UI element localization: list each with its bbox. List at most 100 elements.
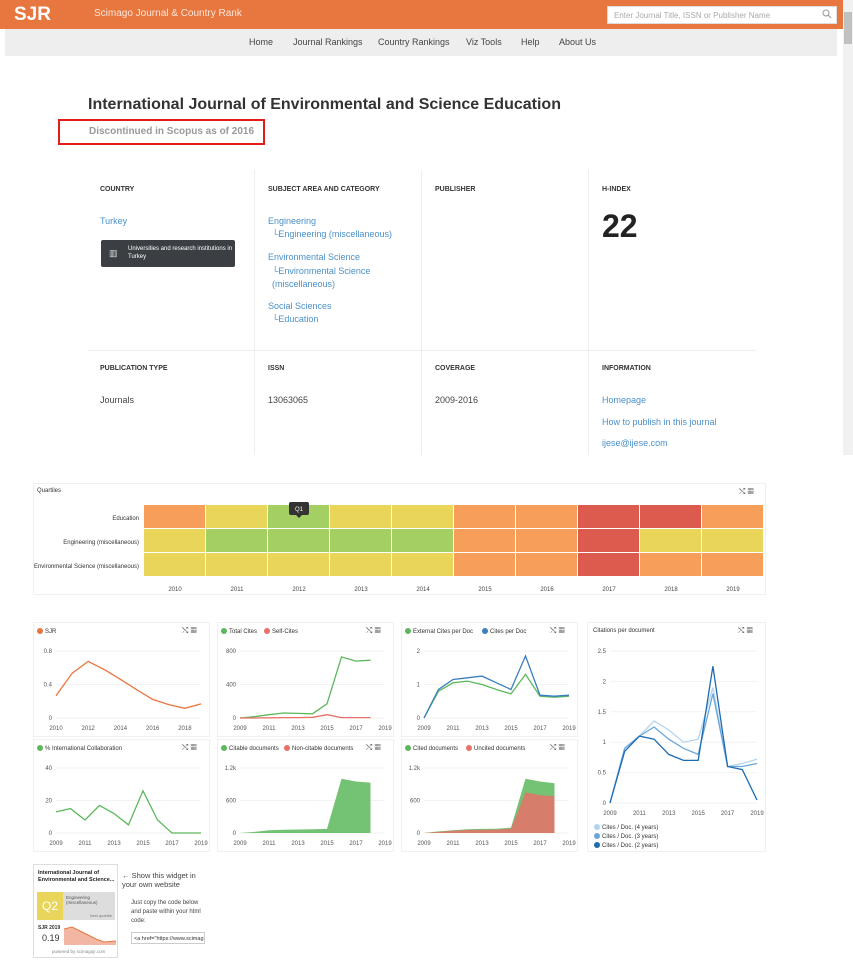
nav-country-rankings[interactable]: Country Rankings xyxy=(378,37,450,47)
quartile-cell[interactable] xyxy=(206,553,267,576)
legend-cites-4y[interactable]: Cites / Doc. (4 years) xyxy=(594,824,658,831)
country-link[interactable]: Turkey xyxy=(100,216,127,226)
x-tick-label: 2018 xyxy=(178,726,192,732)
y-tick-label: 0 xyxy=(233,831,237,837)
y-tick-label: 0 xyxy=(603,801,607,807)
category-education[interactable]: └Education xyxy=(272,314,318,324)
quartile-cell[interactable] xyxy=(702,553,763,576)
subject-area-environmental[interactable]: Environmental Science xyxy=(268,252,360,262)
search-input[interactable]: Enter Journal Title, ISSN or Publisher N… xyxy=(607,6,837,24)
y-tick-label: 2 xyxy=(417,649,421,655)
category-engineering-misc[interactable]: └Engineering (miscellaneous) xyxy=(272,229,392,239)
scrollbar-thumb[interactable] xyxy=(844,12,852,44)
quartile-row-label: Environmental Science (miscellaneous) xyxy=(34,564,139,570)
nav-viz-tools[interactable]: Viz Tools xyxy=(466,37,502,47)
quartile-cell[interactable] xyxy=(640,529,701,552)
x-tick-label: 2019 xyxy=(562,726,576,732)
subject-area-engineering[interactable]: Engineering xyxy=(268,216,316,226)
category-label: Education xyxy=(278,314,319,324)
hindex-label: H-INDEX xyxy=(602,186,631,193)
y-tick-label: 0 xyxy=(233,716,237,722)
institutions-button[interactable]: ▥ Universities and research institutions … xyxy=(101,240,235,267)
x-tick-label: 2011 xyxy=(447,726,461,732)
x-tick-label: 2009 xyxy=(49,841,63,847)
series-line xyxy=(609,687,758,804)
quartile-cell[interactable] xyxy=(454,553,515,576)
quartile-cell[interactable] xyxy=(578,505,639,528)
quartile-cell[interactable] xyxy=(640,553,701,576)
quartile-cell[interactable] xyxy=(578,553,639,576)
how-to-publish-link[interactable]: How to publish in this journal xyxy=(602,417,717,427)
quartile-row-label: Engineering (miscellaneous) xyxy=(63,540,139,546)
quartile-cell[interactable] xyxy=(330,505,391,528)
legend-cites-3y[interactable]: Cites / Doc. (3 years) xyxy=(594,833,658,840)
widget-powered: powered by scimagojr.com xyxy=(52,949,106,954)
quartile-cell[interactable] xyxy=(454,505,515,528)
quartile-cell[interactable] xyxy=(330,529,391,552)
quartile-cell[interactable] xyxy=(640,505,701,528)
quartile-cell[interactable] xyxy=(392,529,453,552)
sjr-chart: 0 0.4 0.8 2010 2012 2014 2016 2018 xyxy=(44,649,202,732)
series-area xyxy=(240,778,371,833)
nav-home[interactable]: Home xyxy=(249,37,273,47)
legend-cites-2y[interactable]: Cites / Doc. (2 years) xyxy=(594,842,658,849)
quartile-cell[interactable] xyxy=(516,529,577,552)
quartile-year-label: 2013 xyxy=(354,587,368,593)
x-tick-label: 2009 xyxy=(233,726,247,732)
quartile-cell[interactable] xyxy=(268,553,329,576)
x-tick-label: 2011 xyxy=(263,726,277,732)
legend-label: Cites / Doc. (3 years) xyxy=(602,834,659,840)
widget-sparkline xyxy=(64,926,116,945)
quartile-year-label: 2015 xyxy=(478,587,492,593)
x-tick-label: 2019 xyxy=(378,841,392,847)
arrow-left-icon: ← xyxy=(122,871,132,880)
quartile-cell[interactable] xyxy=(206,505,267,528)
sjr-logo[interactable]: SJR xyxy=(14,4,51,26)
quartile-cell[interactable] xyxy=(392,505,453,528)
legend-dot xyxy=(594,842,600,848)
y-tick-label: 20 xyxy=(45,799,52,805)
quartile-cell[interactable] xyxy=(144,553,205,576)
nav-journal-rankings[interactable]: Journal Rankings xyxy=(293,37,363,47)
quartile-cell[interactable] xyxy=(516,505,577,528)
widget-show-label: Show this widget in your own website xyxy=(122,871,196,889)
x-tick-label: 2011 xyxy=(447,841,461,847)
issn-label: ISSN xyxy=(268,365,285,372)
sjr-widget[interactable]: International Journal of Environmental a… xyxy=(33,864,118,958)
quartile-tooltip-text: Q1 xyxy=(295,507,304,513)
citations-per-document-panel: Citations per document ⤭ ▦ Cites / Doc. … xyxy=(587,622,766,852)
x-tick-label: 2019 xyxy=(750,811,764,817)
widget-sjr-value: 0.19 xyxy=(42,933,60,943)
subject-area-social[interactable]: Social Sciences xyxy=(268,301,332,311)
quartile-cell[interactable] xyxy=(702,505,763,528)
search-icon[interactable] xyxy=(822,9,832,21)
x-tick-label: 2017 xyxy=(349,841,363,847)
y-tick-label: 0.5 xyxy=(598,771,607,777)
x-tick-label: 2019 xyxy=(194,841,208,847)
quartile-cell[interactable] xyxy=(268,529,329,552)
category-environmental-misc[interactable]: └Environmental Science (miscellaneous) xyxy=(272,265,412,291)
nav-about-us[interactable]: About Us xyxy=(559,37,596,47)
x-tick-label: 2013 xyxy=(475,841,489,847)
cited-panel: Cited documents Uncited documents ⤭ ▦ 06… xyxy=(401,739,578,852)
email-link[interactable]: ijese@ijese.com xyxy=(602,438,668,448)
quartile-year-label: 2011 xyxy=(231,587,245,593)
x-tick-label: 2009 xyxy=(603,811,617,817)
homepage-link[interactable]: Homepage xyxy=(602,395,646,405)
quartile-cell[interactable] xyxy=(516,553,577,576)
quartile-cell[interactable] xyxy=(330,553,391,576)
series-line xyxy=(609,693,758,804)
quartile-cell[interactable] xyxy=(144,505,205,528)
quartile-cell[interactable] xyxy=(578,529,639,552)
widget-code-input[interactable]: <a href="https://www.scimag xyxy=(131,932,205,944)
quartile-cell[interactable] xyxy=(144,529,205,552)
site-name[interactable]: Scimago Journal & Country Rank xyxy=(94,8,242,19)
y-tick-label: 0.8 xyxy=(44,649,53,655)
scrollbar[interactable] xyxy=(843,0,853,455)
quartile-cell[interactable] xyxy=(454,529,515,552)
quartile-cell[interactable] xyxy=(206,529,267,552)
quartile-cell[interactable] xyxy=(392,553,453,576)
nav-help[interactable]: Help xyxy=(521,37,540,47)
quartile-cell[interactable] xyxy=(702,529,763,552)
x-tick-label: 2011 xyxy=(263,841,277,847)
